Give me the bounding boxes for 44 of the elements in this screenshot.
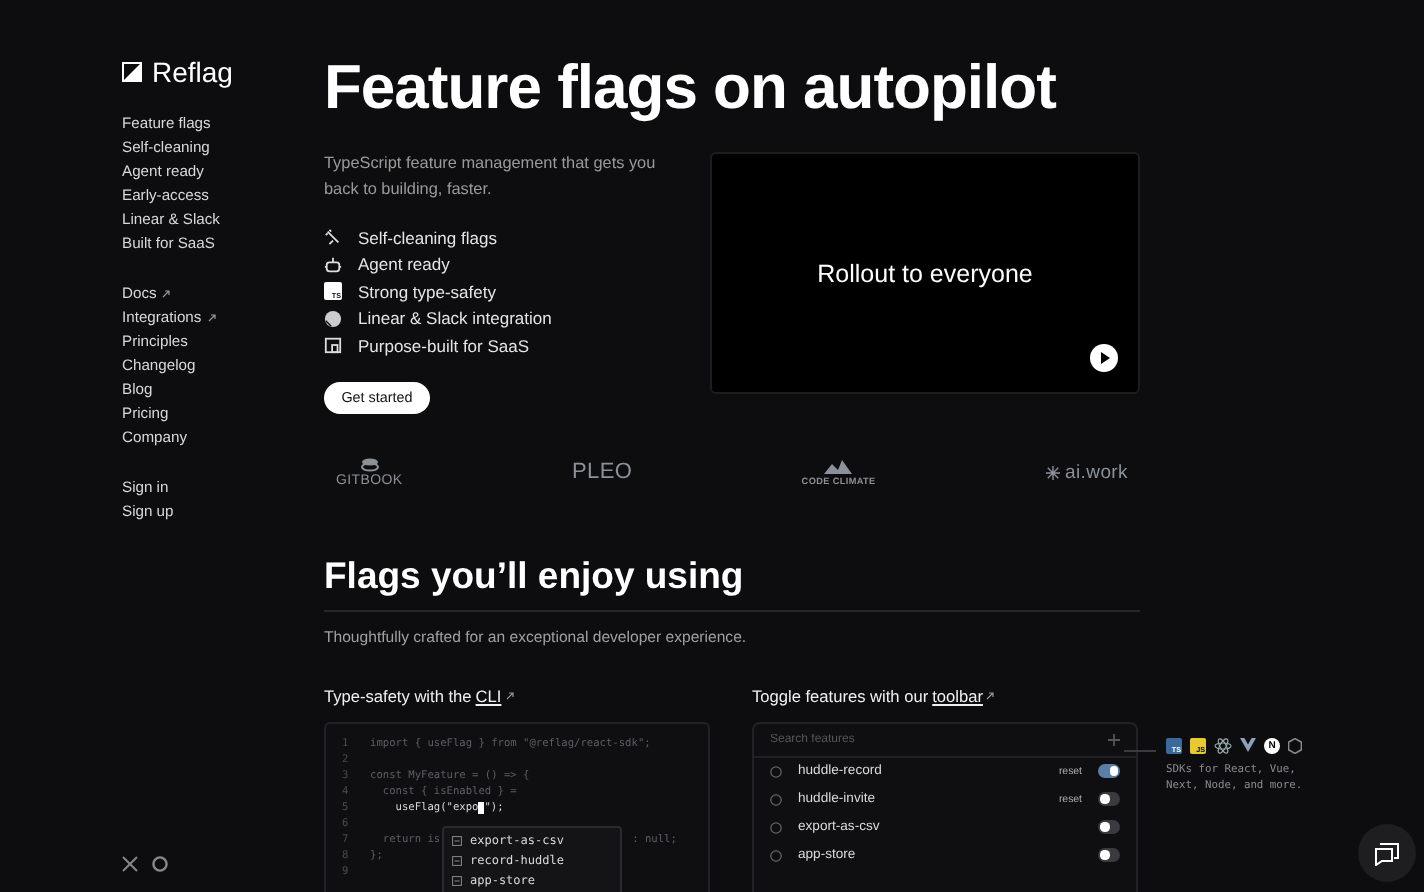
logo-drawing: ai.work: [1045, 461, 1128, 483]
external-link-icon: [207, 314, 216, 322]
external-link-icon: [986, 691, 995, 699]
flag-icon: [770, 765, 782, 777]
toggle-switch[interactable]: [1098, 820, 1120, 834]
toolbar-link[interactable]: toolbar: [932, 685, 983, 705]
play-icon[interactable]: [1090, 344, 1118, 372]
hero-title: Feature flags on autopilot: [324, 56, 1058, 120]
column-heading: Type-safety with the: [324, 685, 472, 705]
logo-icon: [122, 62, 142, 82]
x-icon[interactable]: [122, 856, 138, 872]
robot-icon: [324, 255, 342, 274]
video-player[interactable]: Rollout to everyone: [710, 152, 1140, 394]
feature-label: Agent ready: [358, 254, 450, 275]
vue-icon: [1240, 738, 1256, 752]
flag-icon: [770, 849, 782, 861]
flag-icon: [452, 876, 462, 886]
flag-icon: [770, 821, 782, 833]
feature-label: Self-cleaning flags: [358, 227, 497, 248]
feature-label: Strong type-safety: [358, 281, 496, 302]
external-link-icon: [162, 290, 171, 298]
toggle-switch[interactable]: [1098, 848, 1120, 862]
feature-label: Purpose-built for SaaS: [358, 335, 530, 356]
column-heading: Toggle features with our: [752, 685, 929, 705]
chat-icon: [1374, 841, 1400, 865]
flag-icon: [770, 793, 782, 805]
flag-icon: [452, 856, 462, 866]
react-icon: [1214, 737, 1232, 753]
chat-button[interactable]: [1358, 824, 1416, 882]
logo-drawing: PLEO: [571, 460, 633, 484]
linear-icon: [324, 309, 342, 328]
plus-icon[interactable]: [1108, 733, 1120, 745]
feature-label: Linear & Slack integration: [358, 308, 552, 329]
toggle-switch[interactable]: [1098, 792, 1120, 806]
flag-icon: [452, 836, 462, 846]
toggle-switch[interactable]: [1098, 764, 1120, 778]
building-icon: [324, 336, 342, 355]
video-caption: Rollout to everyone: [817, 259, 1033, 287]
hexagon-icon: [1288, 737, 1302, 753]
section-title: Flags you’ll enjoy using: [324, 555, 1140, 611]
hero-subtitle: TypeScript feature management that gets you back to building, faster.: [324, 152, 658, 202]
brand-name: Reflag: [152, 56, 233, 88]
cli-link[interactable]: CLI: [475, 685, 502, 705]
external-link-icon: [505, 691, 514, 699]
